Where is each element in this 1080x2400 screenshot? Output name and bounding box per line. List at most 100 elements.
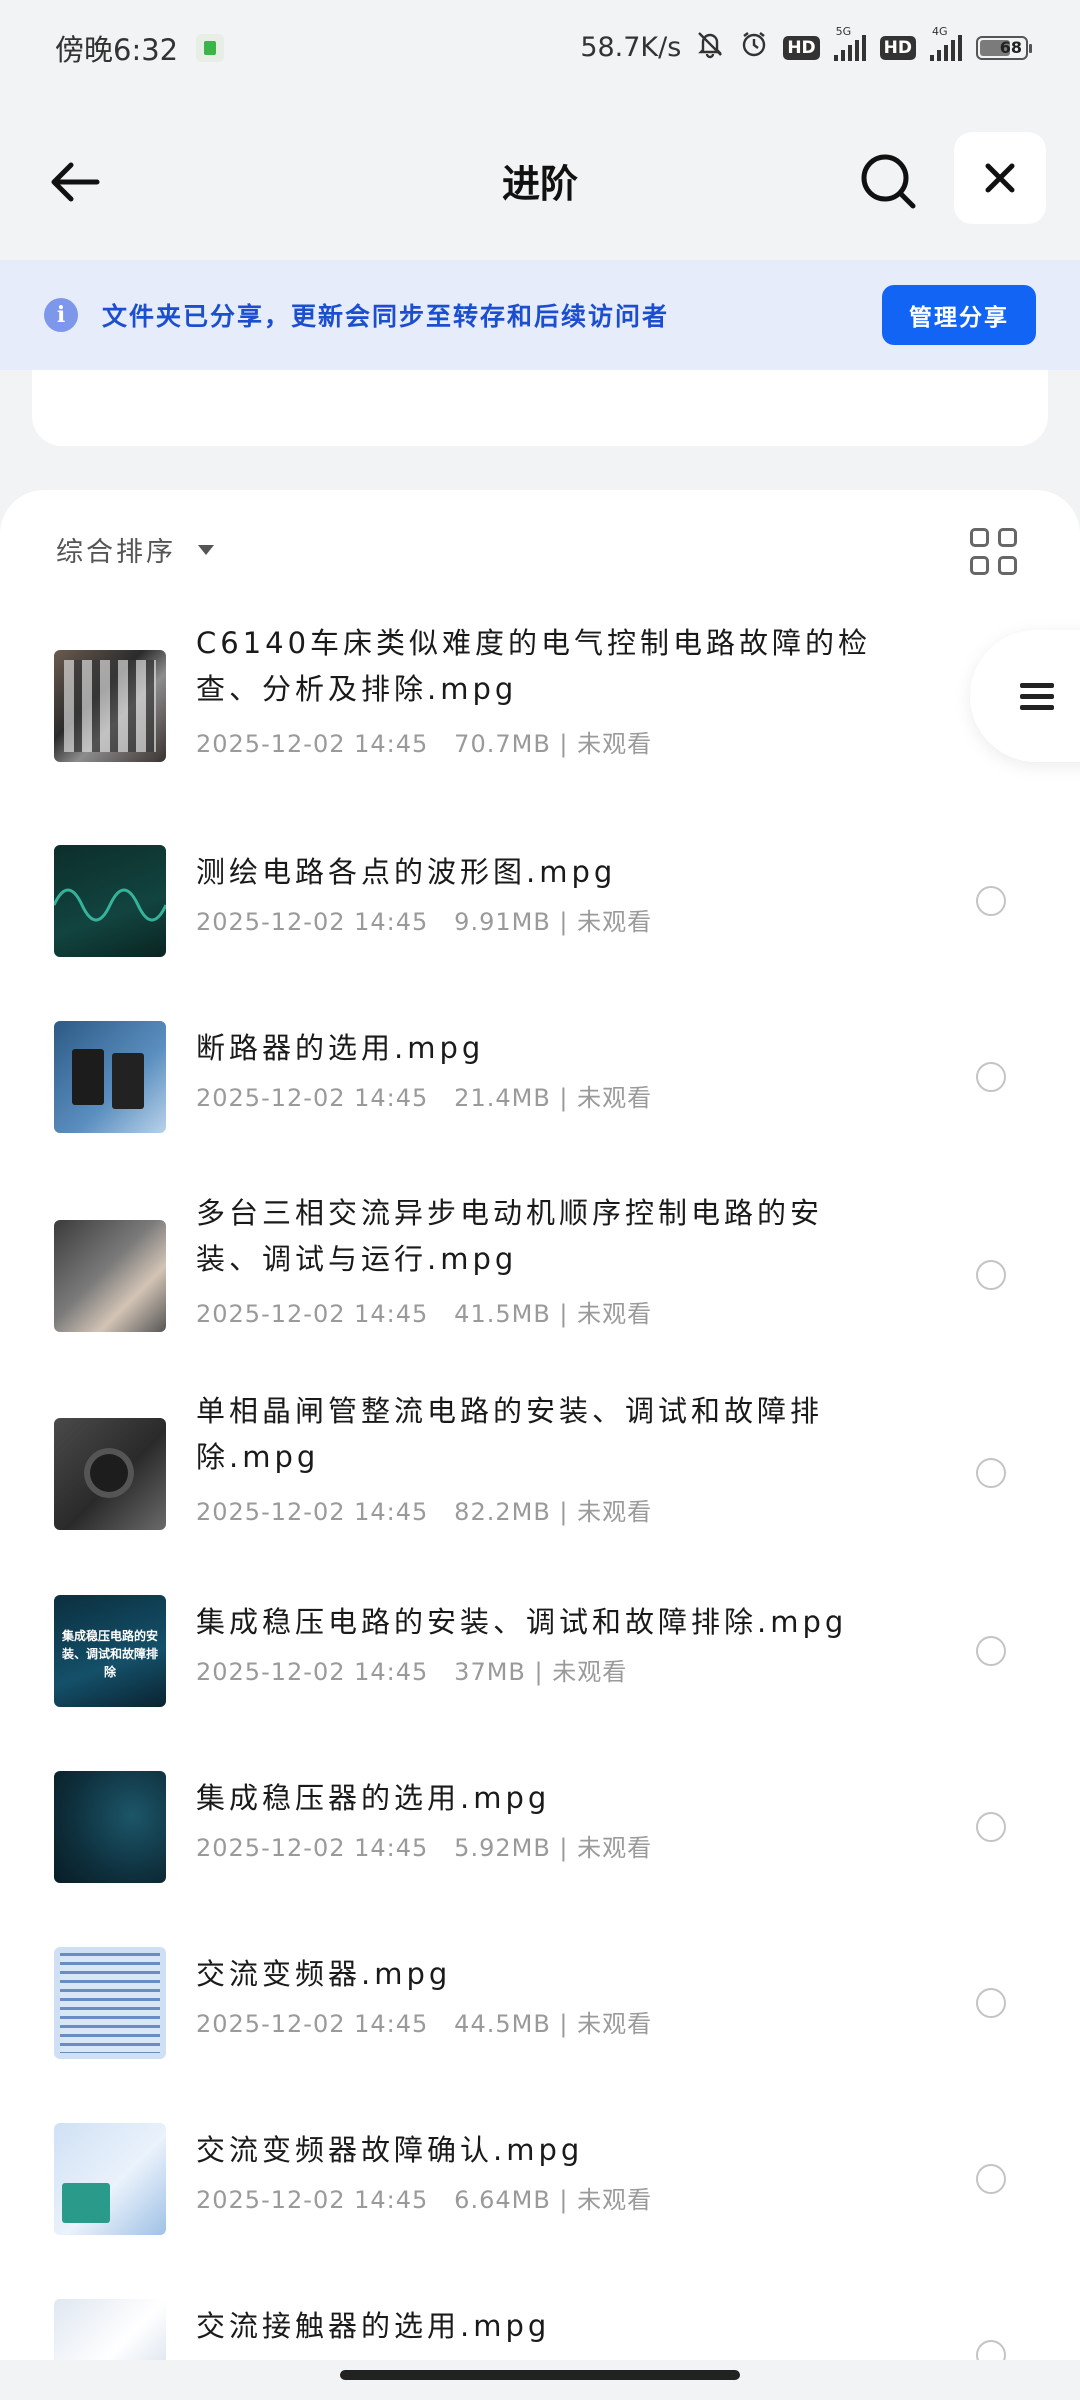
list-item[interactable]: 集成稳压器的选用.mpg 2025-12-02 14:45 5.92MB | 未…	[0, 1771, 1080, 1901]
caret-down-icon	[198, 544, 214, 555]
video-thumbnail	[54, 650, 166, 762]
sort-label: 综合排序	[56, 537, 176, 568]
watch-status: 未观看	[577, 1498, 653, 1526]
file-size: 44.5MB	[454, 2010, 551, 2038]
file-size: 6.64MB	[454, 2186, 551, 2214]
file-list-panel: 综合排序 C6140车床类似难度的电气控制电路故障的检查、分析及排除.mpg 2…	[0, 490, 1080, 2360]
select-checkbox[interactable]	[976, 1260, 1006, 1290]
list-item[interactable]: 多台三相交流异步电动机顺序控制电路的安装、调试与运行.mpg 2025-12-0…	[0, 1190, 1080, 1370]
battery-icon: 68	[976, 35, 1032, 60]
file-meta: 2025-12-02 14:45 70.7MB | 未观看	[196, 730, 653, 758]
select-checkbox[interactable]	[976, 1062, 1006, 1092]
watch-status: 未观看	[552, 1658, 628, 1686]
grid-view-button[interactable]	[970, 528, 1024, 582]
file-meta: 2025-12-02 14:45 41.5MB | 未观看	[196, 1300, 653, 1328]
watch-status: 未观看	[577, 1084, 653, 1112]
network-speed: 58.7K/s	[580, 32, 682, 63]
notification-app-icon	[196, 33, 225, 62]
list-item[interactable]: 测绘电路各点的波形图.mpg 2025-12-02 14:45 9.91MB |…	[0, 845, 1080, 975]
video-thumbnail	[54, 1021, 166, 1133]
file-date: 2025-12-02 14:45	[196, 1498, 429, 1526]
select-checkbox[interactable]	[976, 886, 1006, 916]
select-checkbox[interactable]	[976, 1458, 1006, 1488]
search-button[interactable]	[852, 145, 924, 217]
file-name: 集成稳压电路的安装、调试和故障排除.mpg	[196, 1605, 848, 1639]
file-date: 2025-12-02 14:45	[196, 2010, 429, 2038]
video-thumbnail	[54, 1947, 166, 2059]
info-icon: i	[44, 298, 78, 332]
list-item[interactable]: C6140车床类似难度的电气控制电路故障的检查、分析及排除.mpg 2025-1…	[0, 620, 1080, 800]
file-date: 2025-12-02 14:45	[196, 1084, 429, 1112]
share-notice-text: 文件夹已分享，更新会同步至转存和后续访问者	[102, 302, 670, 331]
file-meta: 2025-12-02 14:45 21.4MB | 未观看	[196, 1084, 653, 1112]
file-size: 5.92MB	[454, 1834, 551, 1862]
screen: 傍晚6:32 58.7K/s HD 5G HD 4G 68 进阶 i 文件夹已分…	[0, 0, 1080, 2400]
file-meta: 2025-12-02 14:45 6.64MB | 未观看	[196, 2186, 653, 2214]
signal-5g-tag: 5G	[835, 24, 852, 38]
video-thumbnail: 集成稳压电路的安装、调试和故障排除	[54, 1595, 166, 1707]
select-checkbox[interactable]	[976, 1988, 1006, 2018]
file-name: 断路器的选用.mpg	[196, 1031, 485, 1065]
file-date: 2025-12-02 14:45	[196, 1300, 429, 1328]
status-time: 傍晚6:32	[55, 32, 179, 67]
select-checkbox[interactable]	[976, 1812, 1006, 1842]
file-name: 交流接触器的选用.mpg	[196, 2309, 551, 2343]
file-name: 测绘电路各点的波形图.mpg	[196, 855, 617, 889]
menu-icon	[1020, 677, 1054, 716]
list-item[interactable]: 单相晶闸管整流电路的安装、调试和故障排除.mpg 2025-12-02 14:4…	[0, 1388, 1080, 1568]
select-checkbox[interactable]	[976, 2164, 1006, 2194]
list-item[interactable]: 交流变频器故障确认.mpg 2025-12-02 14:45 6.64MB | …	[0, 2123, 1080, 2253]
watch-status: 未观看	[577, 730, 653, 758]
file-size: 37MB	[454, 1658, 526, 1686]
video-thumbnail	[54, 1771, 166, 1883]
file-name: 集成稳压器的选用.mpg	[196, 1781, 551, 1815]
file-meta: 2025-12-02 14:45 44.5MB | 未观看	[196, 2010, 653, 2038]
file-name: 交流变频器.mpg	[196, 1957, 452, 1991]
file-name: 单相晶闸管整流电路的安装、调试和故障排除.mpg	[196, 1394, 824, 1474]
file-size: 9.91MB	[454, 908, 551, 936]
list-item[interactable]: 交流变频器.mpg 2025-12-02 14:45 44.5MB | 未观看	[0, 1947, 1080, 2077]
file-meta: 2025-12-02 14:45 5.92MB | 未观看	[196, 1834, 653, 1862]
file-meta: 2025-12-02 14:45 9.91MB | 未观看	[196, 908, 653, 936]
search-icon	[861, 154, 916, 209]
file-date: 2025-12-02 14:45	[196, 1834, 429, 1862]
file-date: 2025-12-02 14:45	[196, 730, 429, 758]
file-size: 21.4MB	[454, 1084, 551, 1112]
list-item[interactable]: 交流接触器的选用.mpg	[0, 2299, 1080, 2360]
signal-4g-tag: 4G	[932, 24, 948, 38]
thumbnail-caption: 集成稳压电路的安装、调试和故障排除	[61, 1629, 158, 1679]
file-meta: 2025-12-02 14:45 82.2MB | 未观看	[196, 1498, 653, 1526]
video-thumbnail	[54, 1418, 166, 1530]
watch-status: 未观看	[577, 908, 653, 936]
list-item[interactable]: 断路器的选用.mpg 2025-12-02 14:45 21.4MB | 未观看	[0, 1021, 1080, 1151]
file-date: 2025-12-02 14:45	[196, 908, 429, 936]
status-right: 58.7K/s HD 5G HD 4G 68	[580, 25, 1032, 66]
hd-badge: HD	[783, 35, 820, 60]
alarm-clock-icon	[739, 29, 769, 66]
top-app-bar: 进阶	[0, 95, 1080, 260]
folder-info-card	[32, 370, 1048, 446]
video-thumbnail	[54, 1220, 166, 1332]
watch-status: 未观看	[577, 1834, 653, 1862]
list-item[interactable]: 集成稳压电路的安装、调试和故障排除 集成稳压电路的安装、调试和故障排除.mpg …	[0, 1595, 1080, 1725]
file-name: 交流变频器故障确认.mpg	[196, 2133, 584, 2167]
sort-dropdown[interactable]: 综合排序	[56, 530, 214, 569]
file-meta: 2025-12-02 14:45 37MB | 未观看	[196, 1658, 628, 1686]
file-name: 多台三相交流异步电动机顺序控制电路的安装、调试与运行.mpg	[196, 1196, 824, 1276]
close-icon	[985, 163, 1015, 193]
select-checkbox[interactable]	[976, 1636, 1006, 1666]
status-bar: 傍晚6:32 58.7K/s HD 5G HD 4G 68	[0, 0, 1080, 95]
file-size: 41.5MB	[454, 1300, 551, 1328]
video-thumbnail	[54, 2123, 166, 2235]
signal-4g-icon: 4G	[930, 25, 962, 61]
home-indicator[interactable]	[340, 2370, 740, 2380]
share-notice-banner: i 文件夹已分享，更新会同步至转存和后续访问者 管理分享	[0, 260, 1080, 370]
video-thumbnail	[54, 2299, 166, 2360]
battery-level: 68	[999, 38, 1022, 57]
select-checkbox[interactable]	[976, 2340, 1006, 2360]
watch-status: 未观看	[577, 1300, 653, 1328]
mute-bell-icon	[695, 29, 725, 66]
close-button[interactable]	[954, 132, 1046, 224]
manage-share-button[interactable]: 管理分享	[882, 285, 1036, 345]
file-date: 2025-12-02 14:45	[196, 2186, 429, 2214]
